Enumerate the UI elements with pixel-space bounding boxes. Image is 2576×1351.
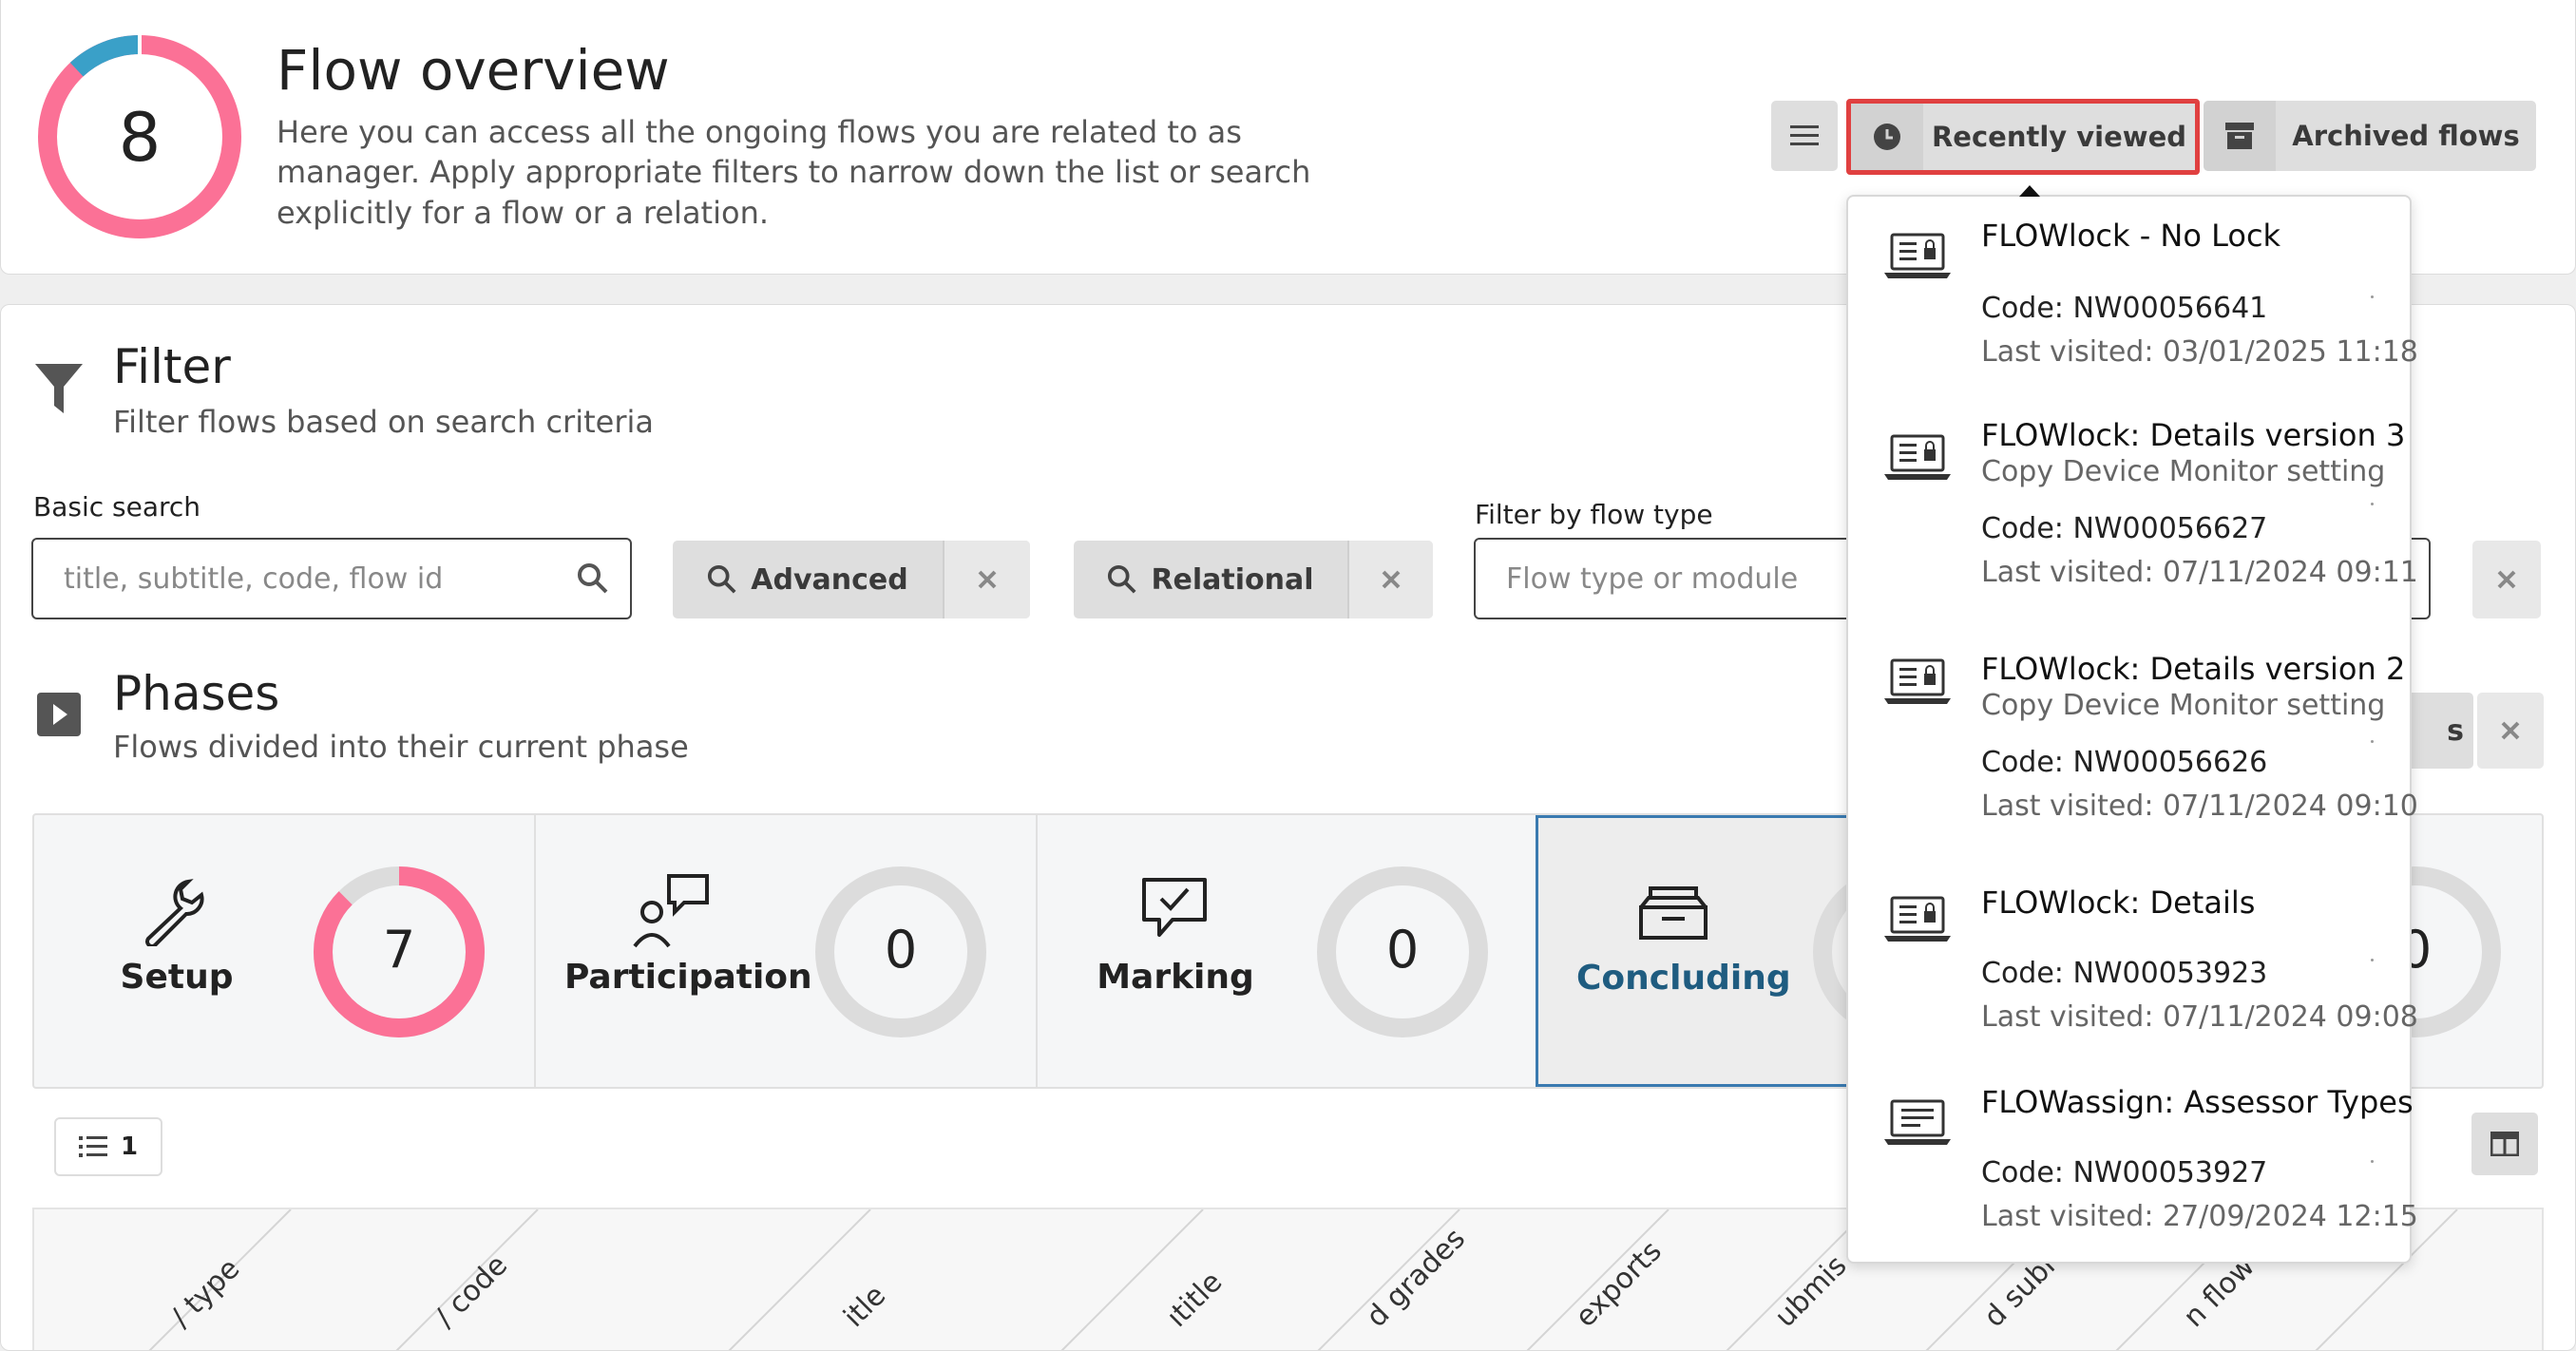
flow-type-label: Filter by flow type bbox=[1475, 499, 1713, 530]
relational-search-button[interactable]: Relational bbox=[1074, 541, 1433, 618]
laptop-lock-icon bbox=[1884, 658, 1951, 704]
laptop-lock-icon bbox=[1884, 896, 1951, 942]
flow-type-placeholder: Flow type or module bbox=[1506, 561, 1799, 596]
recent-flow-title: FLOWlock - No Lock bbox=[1981, 218, 2281, 254]
phase-count: 7 bbox=[382, 920, 416, 980]
advanced-clear-button[interactable] bbox=[943, 541, 1030, 618]
phase-count: 0 bbox=[1385, 920, 1420, 980]
wrench-icon bbox=[145, 879, 204, 946]
page-description-1: Here you can access all the ongoing flow… bbox=[277, 114, 1242, 150]
recent-flow-visited: Last visited: 07/11/2024 09:10 bbox=[1981, 790, 2418, 823]
list-count: 1 bbox=[120, 1132, 139, 1161]
recently-viewed-button[interactable]: Recently viewed bbox=[1846, 99, 2200, 175]
page-title: Flow overview bbox=[277, 38, 670, 103]
advanced-search-button[interactable]: Advanced bbox=[673, 541, 1030, 618]
basic-search-placeholder: title, subtitle, code, flow id bbox=[64, 561, 444, 596]
hamburger-icon bbox=[1790, 125, 1819, 145]
laptop-lock-icon bbox=[1884, 434, 1951, 480]
relational-clear-button[interactable] bbox=[1347, 541, 1433, 618]
recent-flow-title: FLOWassign: Assessor Types bbox=[1981, 1084, 2414, 1120]
search-icon bbox=[1108, 564, 1136, 594]
filter-subtitle: Filter flows based on search criteria bbox=[113, 404, 654, 440]
recently-viewed-label: Recently viewed bbox=[1931, 121, 2187, 153]
close-icon bbox=[2501, 721, 2520, 740]
columns-icon bbox=[2490, 1132, 2519, 1156]
recent-flow-item[interactable]: FLOWlock: Details version 3 Copy Device … bbox=[1848, 396, 2418, 630]
close-icon bbox=[2497, 570, 2516, 589]
columns-toggle-button[interactable] bbox=[2471, 1113, 2538, 1175]
inbox-tray-icon bbox=[1639, 886, 1708, 940]
recent-flow-subtitle: Copy Device Monitor setting bbox=[1981, 455, 2386, 488]
recent-flow-title: FLOWlock: Details bbox=[1981, 885, 2256, 921]
play-icon bbox=[37, 693, 81, 736]
phase-setup[interactable]: Setup 7 bbox=[34, 815, 536, 1087]
recent-flow-item[interactable]: FLOWassign: Assessor Types Code: NW00053… bbox=[1848, 1063, 2418, 1263]
recent-flow-subtitle: Copy Device Monitor setting bbox=[1981, 689, 2386, 722]
close-icon bbox=[1382, 570, 1401, 589]
page-description-3: explicitly for a flow or a relation. bbox=[277, 195, 770, 231]
menu-button[interactable] bbox=[1771, 101, 1838, 171]
search-icon bbox=[708, 564, 736, 594]
basic-search-label: Basic search bbox=[33, 491, 201, 523]
recent-flow-code: Code: NW00056641 bbox=[1981, 292, 2268, 325]
recently-viewed-dropdown: FLOWlock - No Lock Code: NW00056641 Last… bbox=[1846, 185, 2418, 1264]
recent-flow-item[interactable]: FLOWlock - No Lock Code: NW00056641 Last… bbox=[1848, 197, 2418, 396]
close-icon bbox=[978, 570, 997, 589]
recent-flow-code: Code: NW00056626 bbox=[1981, 746, 2268, 779]
phases-subtitle: Flows divided into their current phase bbox=[113, 729, 689, 765]
phases-clear-button[interactable] bbox=[2477, 693, 2544, 769]
chat-check-icon bbox=[1142, 878, 1207, 937]
recent-flow-visited: Last visited: 03/01/2025 11:18 bbox=[1981, 335, 2418, 369]
basic-search-input[interactable]: title, subtitle, code, flow id bbox=[31, 538, 632, 619]
phase-label: Marking bbox=[1097, 958, 1254, 997]
recent-flow-code: Code: NW00053927 bbox=[1981, 1156, 2268, 1189]
recent-flow-title: FLOWlock: Details version 3 bbox=[1981, 417, 2406, 453]
laptop-list-icon bbox=[1884, 1099, 1951, 1145]
flow-count: 8 bbox=[118, 99, 162, 177]
phase-participation[interactable]: Participation 0 bbox=[536, 815, 1038, 1087]
phases-options-label: s bbox=[2447, 714, 2464, 748]
phase-label: Setup bbox=[120, 958, 234, 997]
clock-icon bbox=[1874, 124, 1900, 150]
archived-flows-button[interactable]: Archived flows bbox=[2204, 101, 2536, 171]
recent-flow-code: Code: NW00056627 bbox=[1981, 512, 2268, 545]
recent-flow-visited: Last visited: 27/09/2024 12:15 bbox=[1981, 1200, 2418, 1233]
dropdown-caret bbox=[2019, 185, 2040, 197]
recent-flow-item[interactable]: FLOWlock: Details version 2 Copy Device … bbox=[1848, 630, 2418, 864]
filter-title: Filter bbox=[113, 339, 231, 394]
advanced-label: Advanced bbox=[751, 562, 908, 597]
filter-icon bbox=[35, 364, 83, 413]
phase-count: 0 bbox=[884, 920, 918, 980]
phase-label: Concluding bbox=[1576, 959, 1791, 998]
recent-flow-item[interactable]: FLOWlock: Details Code: NW00053923 Last … bbox=[1848, 864, 2418, 1063]
recent-flow-visited: Last visited: 07/11/2024 09:11 bbox=[1981, 556, 2418, 589]
phases-title: Phases bbox=[113, 666, 280, 721]
flow-type-clear-button[interactable] bbox=[2472, 541, 2541, 618]
recent-flow-title: FLOWlock: Details version 2 bbox=[1981, 651, 2406, 687]
phase-marking[interactable]: Marking 0 bbox=[1038, 815, 1539, 1087]
phase-label: Participation bbox=[564, 958, 812, 997]
archived-flows-label: Archived flows bbox=[2292, 120, 2520, 152]
list-view-button[interactable]: 1 bbox=[54, 1117, 162, 1176]
recent-flow-visited: Last visited: 07/11/2024 09:08 bbox=[1981, 1000, 2418, 1034]
laptop-lock-icon bbox=[1884, 233, 1951, 278]
relational-label: Relational bbox=[1151, 562, 1314, 597]
archive-icon bbox=[2225, 123, 2254, 149]
page-description-2: manager. Apply appropriate filters to na… bbox=[277, 154, 1311, 190]
list-icon bbox=[78, 1136, 107, 1157]
chat-person-icon bbox=[633, 874, 709, 948]
recent-flow-code: Code: NW00053923 bbox=[1981, 957, 2268, 990]
search-icon bbox=[578, 563, 608, 594]
